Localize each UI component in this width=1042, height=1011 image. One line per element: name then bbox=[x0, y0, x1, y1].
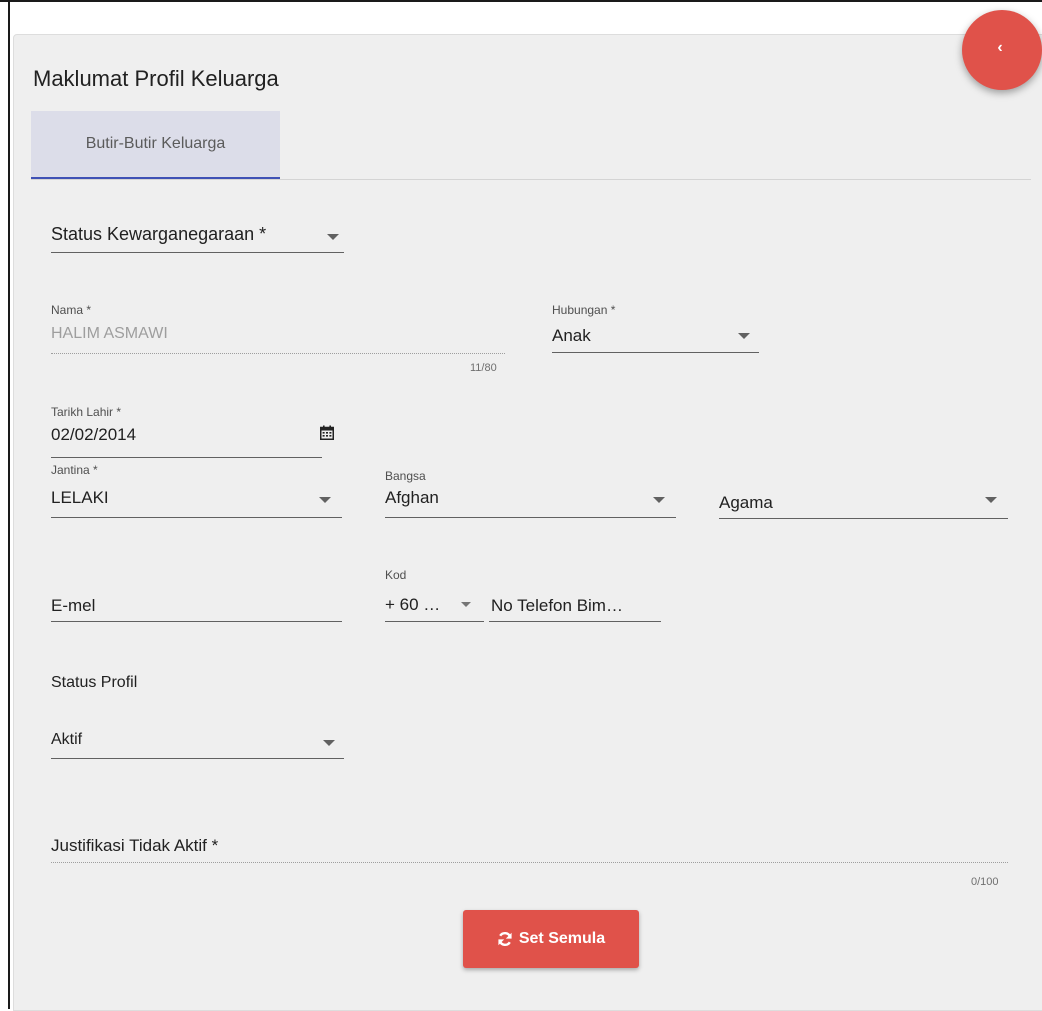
set-semula-label: Set Semula bbox=[518, 930, 606, 947]
jantina-select[interactable]: LELAKI bbox=[51, 482, 342, 516]
justifikasi-underline bbox=[51, 862, 1008, 863]
dropdown-arrow-icon bbox=[327, 234, 339, 240]
window-top-border bbox=[0, 0, 1042, 2]
profile-card bbox=[13, 34, 1042, 1011]
tarikh-lahir-input[interactable]: 02/02/2014 bbox=[51, 425, 136, 445]
tarikh-lahir-underline bbox=[51, 457, 322, 458]
tab-label: Butir-Butir Keluarga bbox=[85, 135, 226, 152]
status-kewarganegaraan-underline bbox=[51, 252, 344, 253]
kod-value: + 60 … bbox=[385, 595, 441, 614]
justifikasi-counter: 0/100 bbox=[971, 876, 999, 888]
jantina-underline bbox=[51, 517, 342, 518]
kod-underline bbox=[385, 621, 484, 622]
tab-divider bbox=[31, 179, 1031, 180]
dropdown-arrow-icon bbox=[653, 497, 665, 503]
dropdown-arrow-icon bbox=[323, 740, 335, 746]
hubungan-label: Hubungan * bbox=[552, 303, 616, 317]
nama-underline bbox=[51, 353, 505, 354]
status-profil-underline bbox=[51, 758, 344, 759]
emel-underline bbox=[51, 621, 342, 622]
agama-placeholder: Agama bbox=[719, 493, 773, 512]
tab-butir-butir-keluarga[interactable]: Butir-Butir Keluarga bbox=[31, 111, 280, 180]
nama-counter: 11/80 bbox=[470, 362, 497, 374]
bangsa-value: Afghan bbox=[385, 488, 439, 507]
jantina-label: Jantina * bbox=[51, 463, 98, 477]
agama-underline bbox=[719, 518, 1008, 519]
chevron-left-icon: ‹ bbox=[997, 39, 1003, 56]
bangsa-underline bbox=[385, 517, 676, 518]
dropdown-arrow-icon bbox=[738, 333, 750, 339]
window-left-border bbox=[8, 0, 10, 1009]
bangsa-select[interactable]: Afghan bbox=[385, 482, 676, 516]
status-kewarganegaraan-label: Status Kewarganegaraan * bbox=[51, 224, 267, 244]
no-telefon-input[interactable]: No Telefon Bim… bbox=[491, 596, 623, 616]
status-profil-label: Status Profil bbox=[51, 674, 138, 691]
status-kewarganegaraan-select[interactable]: Status Kewarganegaraan * bbox=[51, 215, 344, 253]
justifikasi-input[interactable]: Justifikasi Tidak Aktif * bbox=[51, 836, 218, 856]
dropdown-arrow-icon bbox=[461, 602, 471, 607]
status-profil-value: Aktif bbox=[51, 731, 83, 748]
back-button[interactable]: ‹ bbox=[962, 10, 1042, 90]
dropdown-arrow-icon bbox=[319, 497, 331, 503]
emel-input[interactable]: E-mel bbox=[51, 596, 95, 616]
nama-input[interactable]: HALIM ASMAWI bbox=[51, 325, 168, 343]
hubungan-select[interactable]: Anak bbox=[552, 320, 759, 352]
jantina-value: LELAKI bbox=[51, 488, 109, 507]
page-title: Maklumat Profil Keluarga bbox=[33, 66, 279, 91]
no-telefon-underline bbox=[489, 621, 661, 622]
hubungan-value: Anak bbox=[552, 326, 591, 345]
nama-label: Nama * bbox=[51, 303, 92, 317]
hubungan-underline bbox=[552, 352, 759, 353]
kod-select[interactable]: + 60 … bbox=[385, 589, 484, 621]
tarikh-lahir-label: Tarikh Lahir * bbox=[51, 405, 122, 419]
set-semula-button[interactable]: Set Semula bbox=[463, 910, 639, 968]
status-profil-select[interactable]: Aktif bbox=[51, 724, 344, 758]
refresh-icon bbox=[497, 931, 513, 947]
calendar-icon[interactable] bbox=[320, 425, 334, 445]
bangsa-label: Bangsa bbox=[385, 469, 426, 483]
agama-select[interactable]: Agama bbox=[719, 486, 1008, 518]
dropdown-arrow-icon bbox=[985, 497, 997, 503]
kod-label: Kod bbox=[385, 568, 407, 582]
